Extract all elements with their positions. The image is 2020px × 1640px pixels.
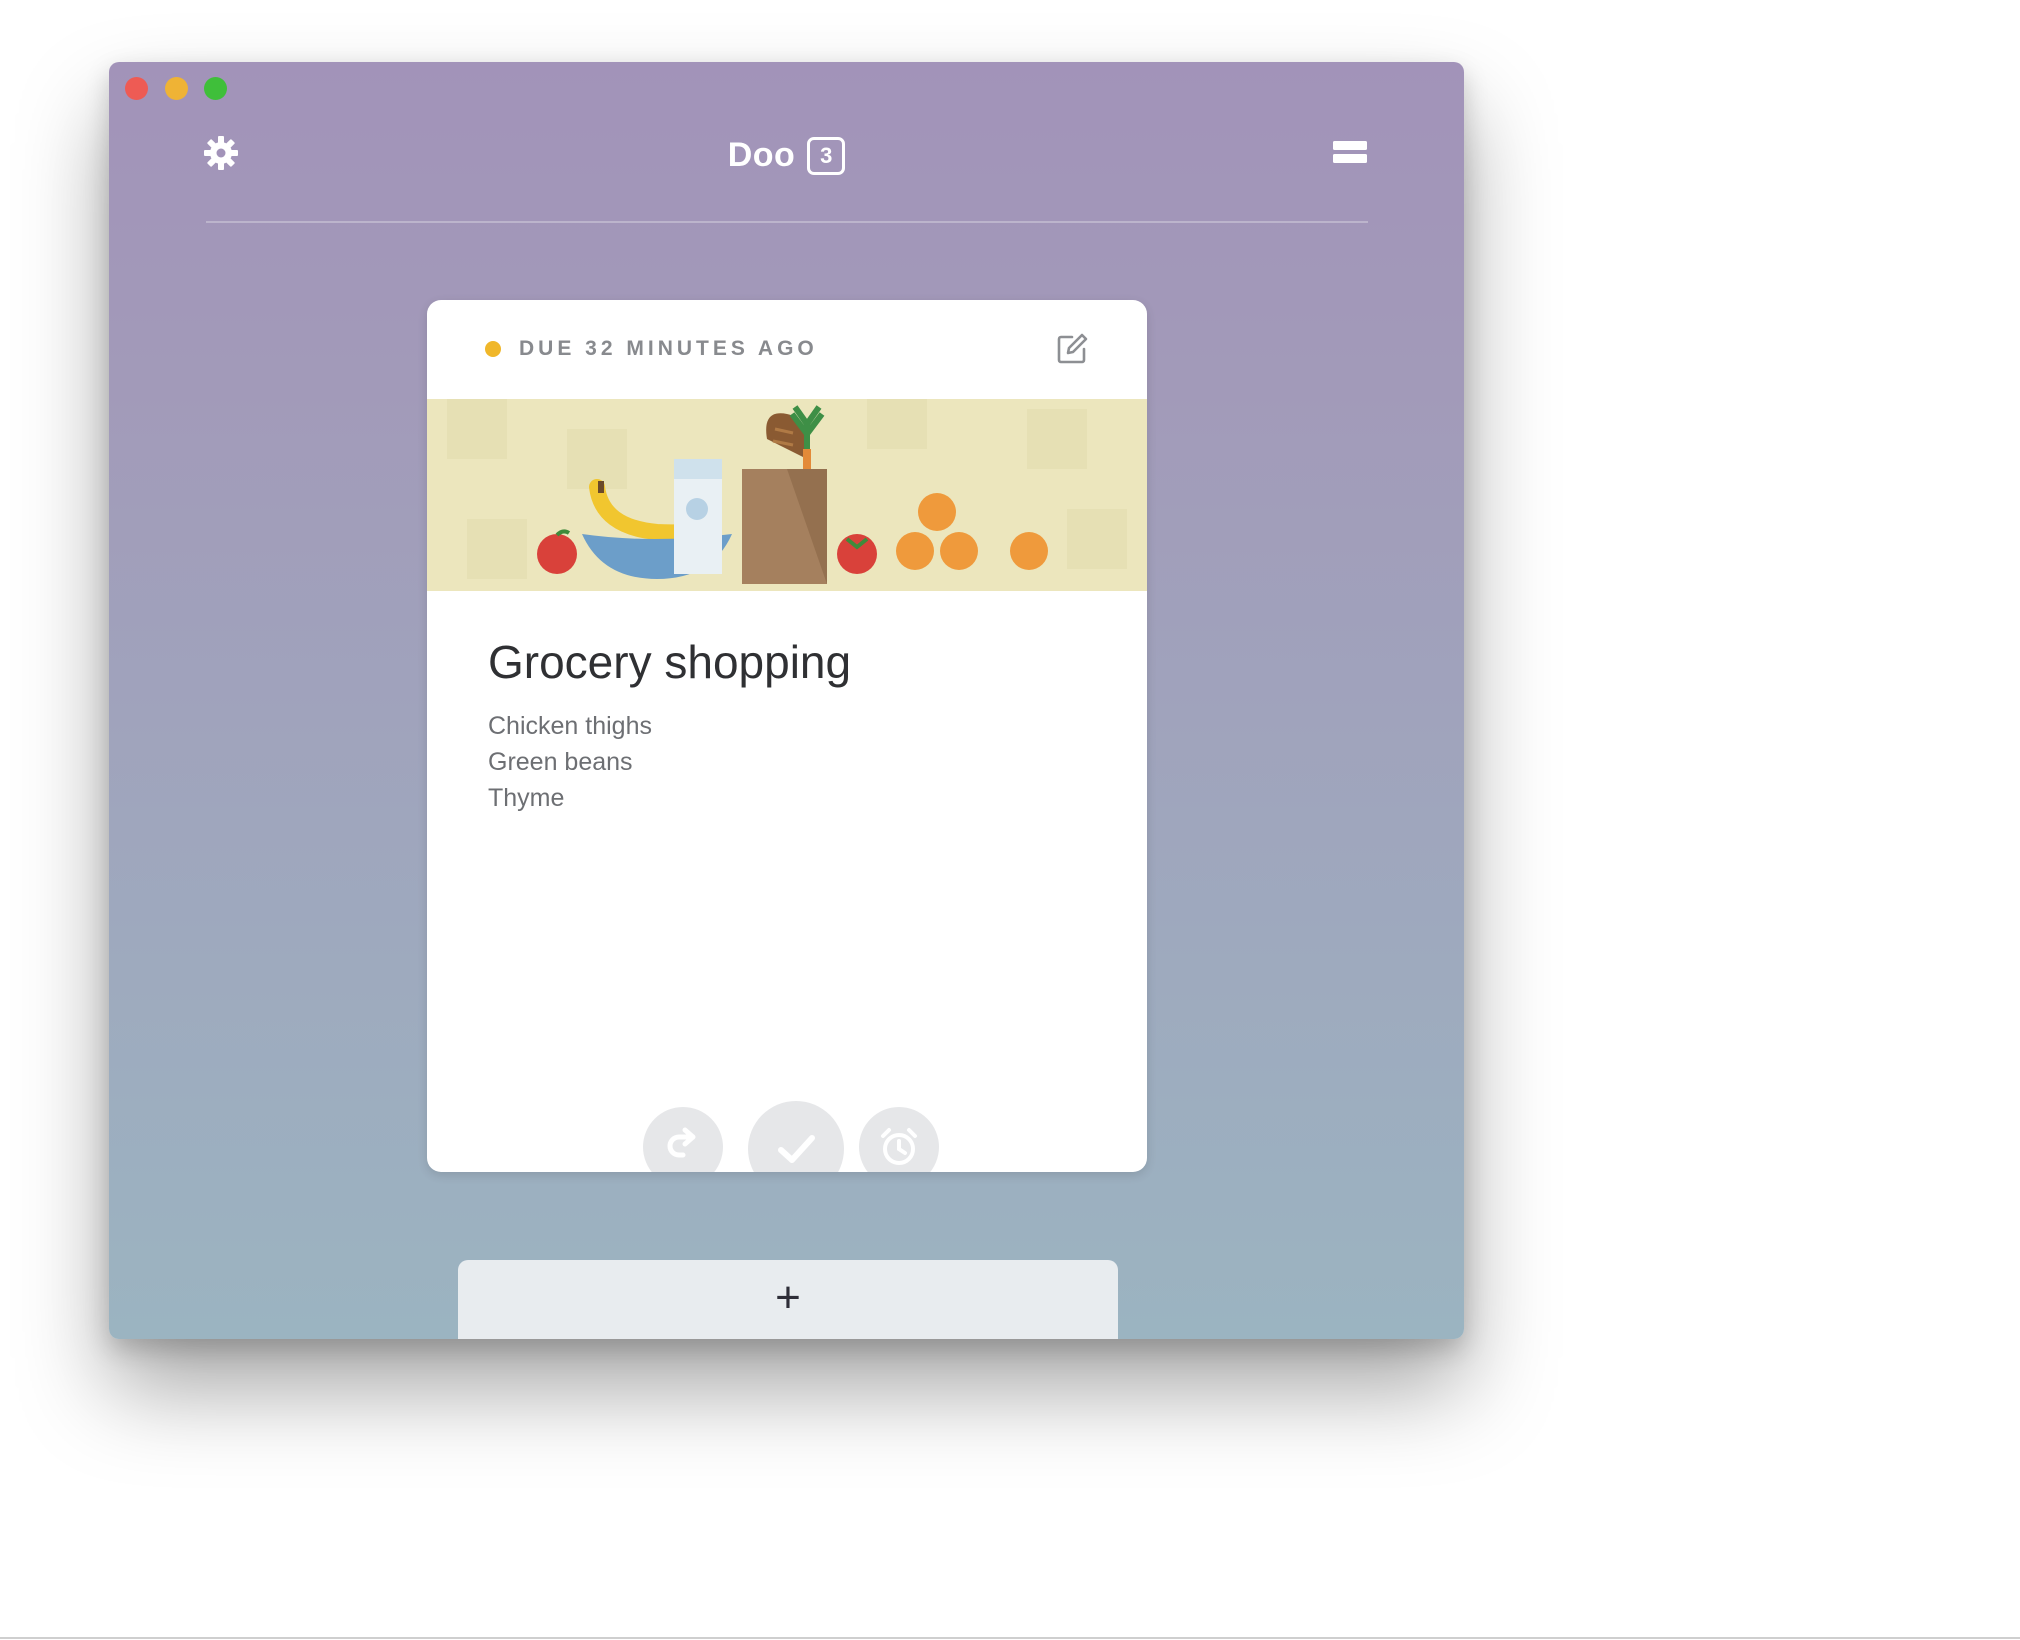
app-header-title: Doo 3 bbox=[109, 136, 1464, 175]
redo-button[interactable] bbox=[643, 1107, 723, 1172]
window-close-button[interactable] bbox=[125, 77, 148, 100]
list-menu-button[interactable] bbox=[1332, 137, 1368, 167]
add-task-button[interactable]: + bbox=[458, 1260, 1118, 1339]
page-bottom-divider bbox=[0, 1637, 2020, 1639]
task-title: Grocery shopping bbox=[488, 636, 852, 688]
note-line: Green beans bbox=[488, 748, 633, 776]
redo-arrow-icon bbox=[667, 1127, 696, 1158]
list-menu-icon bbox=[1333, 141, 1367, 163]
snooze-alarm-button[interactable] bbox=[859, 1107, 939, 1172]
edit-task-button[interactable] bbox=[1055, 332, 1089, 366]
due-status-text: DUE 32 MINUTES AGO bbox=[519, 337, 818, 360]
alarm-clock-icon bbox=[881, 1128, 917, 1165]
window-minimize-button[interactable] bbox=[165, 77, 188, 100]
checkmark-icon bbox=[778, 1135, 815, 1163]
task-notes: Chicken thighs Green beans Thyme bbox=[488, 708, 652, 816]
header-divider bbox=[206, 221, 1368, 223]
note-line: Thyme bbox=[488, 784, 565, 812]
due-status-dot bbox=[485, 341, 501, 357]
complete-task-button[interactable] bbox=[748, 1101, 844, 1172]
app-window: Doo 3 DUE 32 MINUTES AGO Grocery shoppin… bbox=[109, 62, 1464, 1339]
window-zoom-button[interactable] bbox=[204, 77, 227, 100]
page: Doo 3 DUE 32 MINUTES AGO Grocery shoppin… bbox=[0, 0, 2020, 1640]
task-card[interactable]: DUE 32 MINUTES AGO Grocery shopping Chic… bbox=[427, 300, 1147, 1172]
task-count-badge: 3 bbox=[807, 136, 846, 175]
note-line: Chicken thighs bbox=[488, 712, 652, 740]
plus-icon: + bbox=[775, 1273, 801, 1322]
grocery-illustration bbox=[427, 399, 1147, 591]
edit-icon bbox=[1057, 333, 1088, 364]
app-title: Doo bbox=[727, 136, 796, 174]
